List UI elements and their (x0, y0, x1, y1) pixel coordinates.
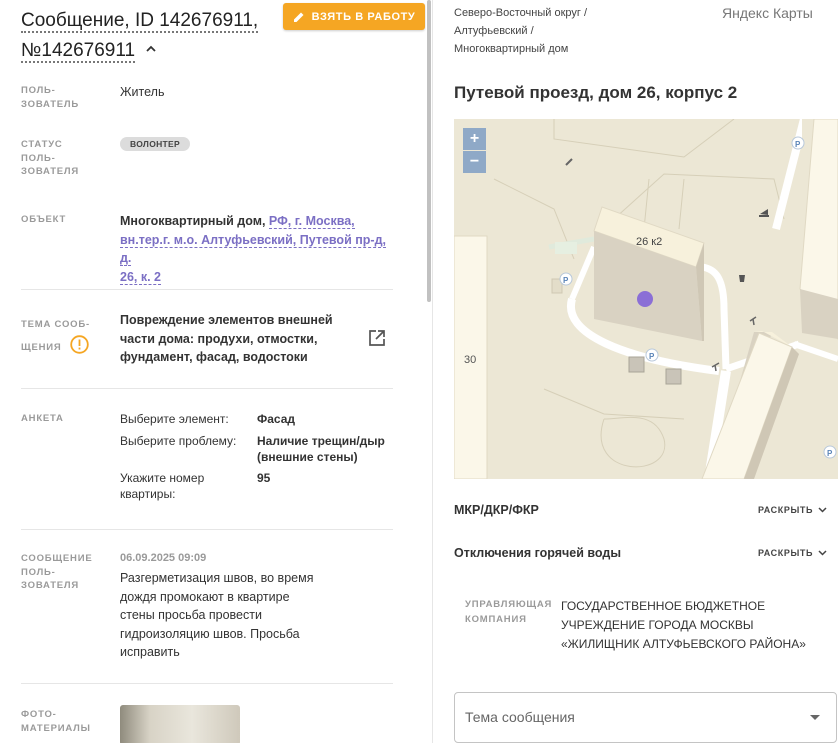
take-to-work-button[interactable]: ВЗЯТЬ В РАБОТУ (283, 3, 425, 30)
divider (21, 683, 393, 684)
user-message-label: СООБЩЕНИЕ ПОЛЬ- ЗОВАТЕЛЯ (21, 553, 93, 591)
accordion-hot-water-expand[interactable]: РАСКРЫТЬ (758, 548, 827, 558)
map[interactable]: 30 26 к2 P P P P + − (454, 119, 838, 479)
poi-icon (565, 158, 573, 166)
user-value: Житель (120, 85, 165, 99)
map-canvas: 30 26 к2 P P P P (454, 119, 838, 479)
question-apartment: Укажите номер квартиры: (120, 471, 205, 501)
divider (21, 529, 393, 530)
photo-thumbnail[interactable] (120, 705, 240, 743)
accordion-mkr-expand[interactable]: РАСКРЫТЬ (758, 505, 827, 515)
divider (21, 289, 393, 290)
zoom-in-button[interactable]: + (463, 128, 486, 150)
chevron-down-icon (818, 507, 827, 513)
message-panel: Сообщение, ID 142676911, №142676911 ВЗЯТ… (0, 0, 426, 743)
warning-icon (70, 335, 89, 354)
building-number-label: 30 (464, 354, 476, 366)
pane-divider (432, 0, 433, 743)
message-text: Разгерметизация швов, во время дождя про… (120, 571, 314, 659)
chevron-up-icon[interactable] (146, 44, 156, 54)
building-label: 26 к2 (636, 236, 662, 248)
parking-icon: P (791, 136, 805, 150)
answer-problem: Наличие трещин/дыр (внешние стены) (257, 434, 385, 464)
object-address-link-3[interactable]: 26, к. 2 (120, 269, 162, 285)
chevron-down-icon (818, 550, 827, 556)
message-date: 06.09.2025 09:09 (120, 552, 207, 564)
open-external-icon[interactable] (367, 328, 387, 348)
svg-text:P: P (795, 140, 801, 149)
yandex-maps-link[interactable]: Яндекс Карты (722, 5, 813, 21)
pencil-icon (293, 12, 304, 22)
user-status-label: СТАТУС ПОЛЬ- ЗОВАТЕЛЯ (21, 139, 80, 177)
management-company-value: ГОСУДАРСТВЕННОЕ БЮДЖЕТНОЕ УЧРЕЖДЕНИЕ ГОР… (561, 599, 806, 651)
svg-text:P: P (563, 276, 569, 285)
parking-icon: P (645, 348, 659, 362)
poi-icon (760, 209, 768, 215)
management-company-label: УПРАВЛЯЮЩАЯ КОМПАНИЯ (465, 599, 553, 625)
questionnaire-label: АНКЕТА (21, 413, 64, 424)
answer-apartment: 95 (257, 471, 271, 485)
trash-icon (739, 275, 745, 282)
message-topic-placeholder: Тема сообщения (465, 709, 575, 725)
location-marker[interactable] (637, 291, 653, 307)
page-title: Сообщение, ID 142676911, №142676911 (21, 10, 259, 63)
status-badge: ВОЛОНТЕР (120, 137, 190, 151)
zoom-out-button[interactable]: − (463, 151, 486, 173)
topic-value: Повреждение элементов внешней части дома… (120, 313, 333, 364)
accordion-hot-water-title[interactable]: Отключения горячей воды (454, 546, 621, 560)
breadcrumb: Северо-Восточный округ / Алтуфьевский / … (454, 7, 588, 55)
svg-text:P: P (827, 449, 833, 458)
object-value: Многоквартирный дом, РФ, г. Москва, вн.т… (120, 214, 386, 285)
object-address-link[interactable]: РФ, г. Москва, (268, 214, 355, 229)
object-label: ОБЪЕКТ (21, 214, 67, 225)
dropdown-arrow-icon (810, 715, 820, 720)
object-address-title: Путевой проезд, дом 26, корпус 2 (454, 83, 738, 102)
question-problem: Выберите проблему: (120, 434, 237, 448)
scrollbar-thumb[interactable] (427, 0, 431, 302)
question-element: Выберите элемент: (120, 412, 229, 426)
divider (21, 388, 393, 389)
answer-element: Фасад (257, 412, 296, 426)
accordion-mkr-title[interactable]: МКР/ДКР/ФКР (454, 503, 539, 517)
parking-icon: P (559, 272, 573, 286)
svg-text:P: P (649, 352, 655, 361)
photos-label: ФОТО- МАТЕРИАЛЫ (21, 709, 91, 734)
object-address-link-2[interactable]: вн.тер.г. м.о. Алтуфьевский, Путевой пр-… (120, 232, 386, 266)
message-topic-select[interactable]: Тема сообщения (454, 692, 837, 743)
parking-icon: P (823, 445, 837, 459)
user-label: ПОЛЬ- ЗОВАТЕЛЬ (21, 85, 80, 110)
